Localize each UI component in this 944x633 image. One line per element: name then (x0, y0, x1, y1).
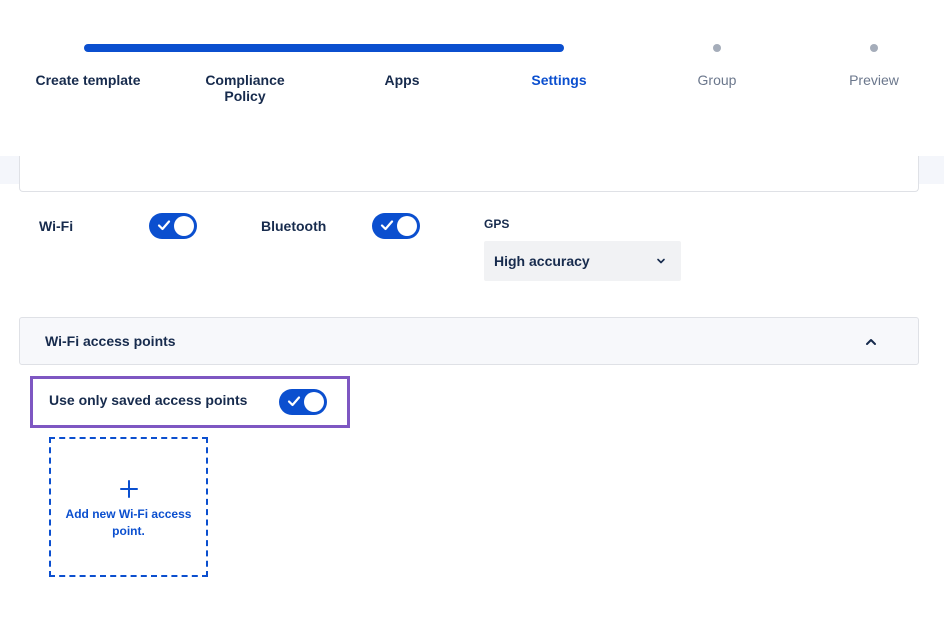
step-compliance-policy[interactable]: Compliance Policy (170, 72, 320, 104)
collapsed-panel-bottom (19, 156, 919, 192)
chevron-up-icon[interactable] (864, 335, 878, 349)
progress-bar (84, 44, 564, 52)
add-wifi-access-point-button[interactable]: Add new Wi-Fi access point. (49, 437, 208, 577)
step-create-template[interactable]: Create template (13, 72, 163, 88)
step-preview[interactable]: Preview (799, 72, 944, 88)
step-compliance-policy-label: Compliance Policy (205, 72, 285, 104)
wifi-label: Wi-Fi (39, 218, 74, 234)
stepper: Create template Compliance Policy Apps S… (0, 0, 944, 156)
toggle-knob (397, 216, 417, 236)
chevron-down-icon (657, 258, 665, 264)
step-settings[interactable]: Settings (484, 72, 634, 88)
step-apps[interactable]: Apps (327, 72, 477, 88)
bluetooth-toggle[interactable] (372, 213, 420, 239)
use-saved-access-points-toggle[interactable] (279, 389, 327, 415)
check-icon (157, 220, 171, 231)
wifi-toggle[interactable] (149, 213, 197, 239)
step-dot-group (713, 44, 721, 52)
step-dot-preview (870, 44, 878, 52)
toggle-knob (304, 392, 324, 412)
gps-select-value: High accuracy (494, 253, 590, 269)
bluetooth-label: Bluetooth (261, 218, 327, 234)
wifi-access-points-accordion[interactable]: Wi-Fi access points (19, 317, 919, 365)
check-icon (287, 396, 301, 407)
toggle-knob (174, 216, 194, 236)
gps-select[interactable]: High accuracy (484, 241, 681, 281)
use-saved-access-points-label: Use only saved access points (49, 392, 248, 408)
add-wifi-access-point-label: Add new Wi-Fi access point. (65, 507, 192, 538)
accordion-title: Wi-Fi access points (45, 333, 176, 349)
plus-icon (120, 480, 138, 498)
use-saved-access-points-row: Use only saved access points (30, 376, 350, 428)
check-icon (380, 220, 394, 231)
step-group[interactable]: Group (642, 72, 792, 88)
gps-label: GPS (484, 217, 510, 231)
